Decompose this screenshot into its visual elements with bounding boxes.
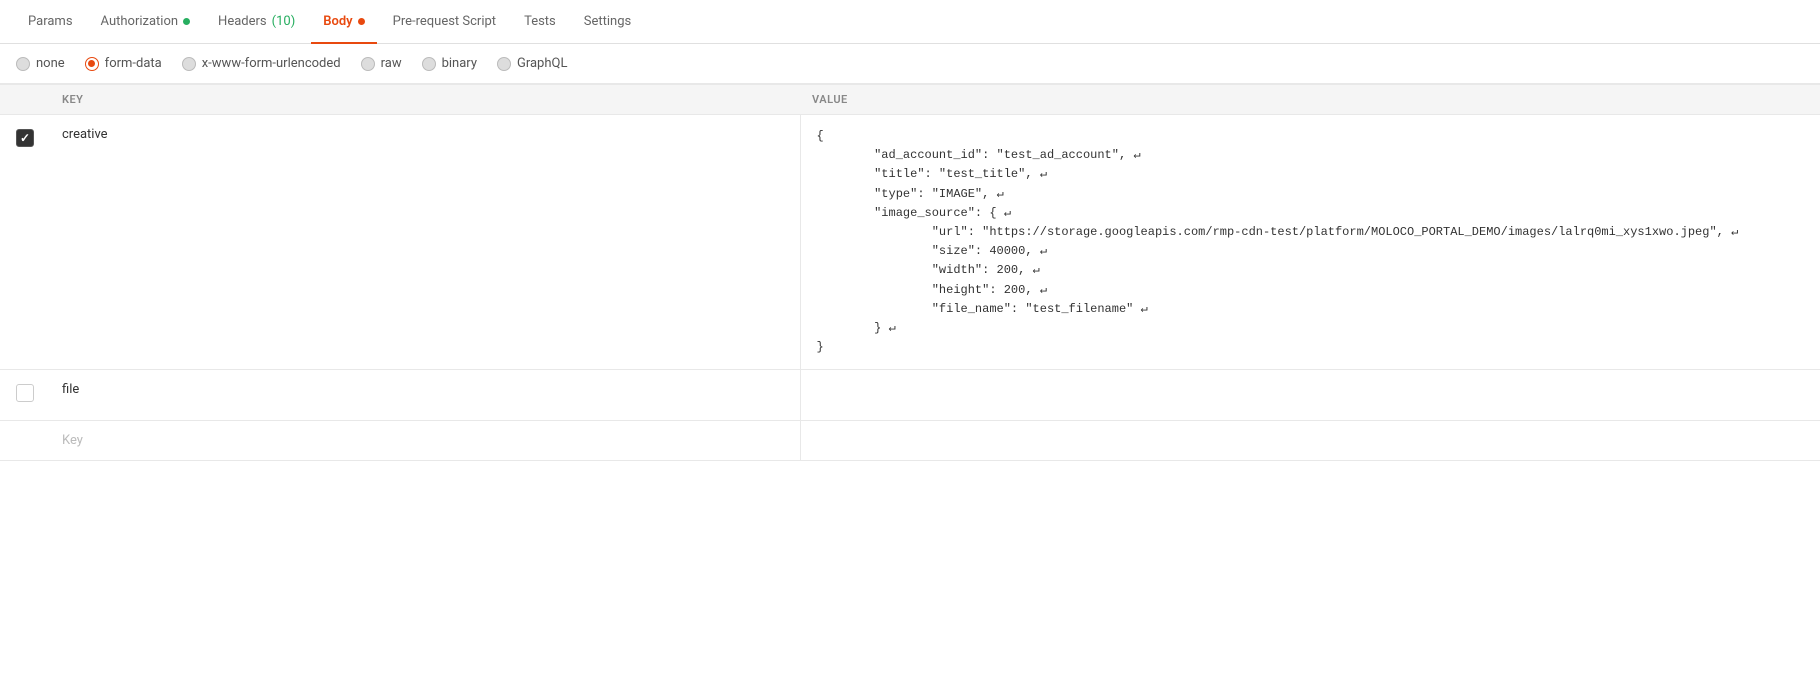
tab-label-tests: Tests: [524, 14, 556, 29]
tab-headers[interactable]: Headers (10): [206, 0, 307, 44]
checkbox-row-creative[interactable]: [16, 129, 34, 147]
tab-label-settings: Settings: [584, 14, 631, 29]
body-type-label-none: none: [36, 56, 65, 71]
tab-bar: Params Authorization Headers (10) Body Pre-re…: [0, 0, 1820, 44]
key-cell-row-empty[interactable]: Key: [50, 421, 800, 461]
checkbox-cell-row-creative: [0, 115, 50, 370]
key-cell-row-creative[interactable]: creative: [50, 115, 800, 370]
radio-circle-x-www-form-urlencoded: [182, 57, 196, 71]
tab-label-authorization: Authorization: [101, 14, 179, 29]
value-cell-row-file[interactable]: [800, 370, 1820, 421]
body-type-graphql[interactable]: GraphQL: [497, 56, 567, 71]
tab-settings[interactable]: Settings: [572, 0, 643, 44]
form-data-table: KEYVALUE creative { "ad_account_id": "tes…: [0, 84, 1820, 461]
col-header-spacer: [0, 85, 50, 115]
body-type-binary[interactable]: binary: [422, 56, 477, 71]
body-type-form-data[interactable]: form-data: [85, 56, 162, 71]
value-cell-row-empty[interactable]: [800, 421, 1820, 461]
tab-label-body: Body: [323, 14, 352, 29]
tab-label-params: Params: [28, 14, 73, 29]
table-body: creative { "ad_account_id": "test_ad_acco…: [0, 115, 1820, 461]
body-type-label-x-www-form-urlencoded: x-www-form-urlencoded: [202, 56, 341, 71]
tab-label-headers: Headers: [218, 14, 267, 29]
body-type-x-www-form-urlencoded[interactable]: x-www-form-urlencoded: [182, 56, 341, 71]
col-header-value: VALUE: [800, 85, 1820, 115]
tab-dot-authorization: [183, 18, 190, 25]
tab-tests[interactable]: Tests: [512, 0, 568, 44]
table-row-row-empty: Key: [0, 421, 1820, 461]
form-data-table-container: KEYVALUE creative { "ad_account_id": "tes…: [0, 84, 1820, 461]
checkbox-cell-row-file: [0, 370, 50, 421]
radio-circle-binary: [422, 57, 436, 71]
key-text-row-creative: creative: [62, 127, 108, 142]
col-header-key: KEY: [50, 85, 800, 115]
radio-circle-graphql: [497, 57, 511, 71]
checkbox-row-file[interactable]: [16, 384, 34, 402]
tab-params[interactable]: Params: [16, 0, 85, 44]
radio-circle-none: [16, 57, 30, 71]
radio-circle-raw: [361, 57, 375, 71]
body-type-label-binary: binary: [442, 56, 477, 71]
body-type-label-graphql: GraphQL: [517, 56, 567, 71]
tab-badge-headers: (10): [272, 14, 296, 29]
key-text-row-empty: Key: [62, 433, 83, 448]
value-cell-row-creative[interactable]: { "ad_account_id": "test_ad_account", ↵ …: [800, 115, 1820, 370]
table-header: KEYVALUE: [0, 85, 1820, 115]
tab-pre-request[interactable]: Pre-request Script: [381, 0, 508, 44]
key-cell-row-file[interactable]: file: [50, 370, 800, 421]
tab-label-pre-request: Pre-request Script: [393, 14, 496, 29]
tab-authorization[interactable]: Authorization: [89, 0, 203, 44]
key-text-row-file: file: [62, 382, 79, 397]
tab-body[interactable]: Body: [311, 0, 376, 44]
body-type-label-raw: raw: [381, 56, 402, 71]
body-type-none[interactable]: none: [16, 56, 65, 71]
tab-dot-body: [358, 18, 365, 25]
body-type-bar: none form-data x-www-form-urlencoded raw bin…: [0, 44, 1820, 84]
body-type-label-form-data: form-data: [105, 56, 162, 71]
radio-circle-form-data: [85, 57, 99, 71]
table-row-row-creative: creative { "ad_account_id": "test_ad_acco…: [0, 115, 1820, 370]
checkbox-cell-row-empty: [0, 421, 50, 461]
table-row-row-file: file: [0, 370, 1820, 421]
body-type-raw[interactable]: raw: [361, 56, 402, 71]
